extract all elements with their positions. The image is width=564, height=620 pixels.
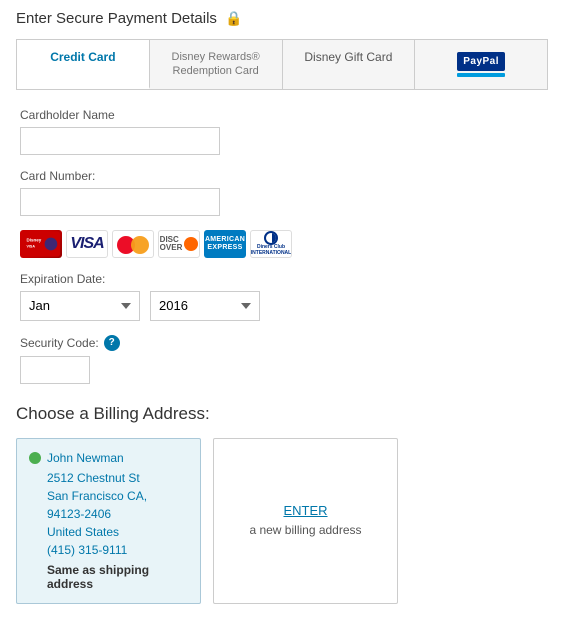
disney-card-icon: Disney VISA [20, 230, 62, 258]
cardholder-name-input[interactable] [20, 127, 220, 155]
billing-cards: John Newman 2512 Chestnut St San Francis… [16, 438, 548, 604]
address-city-state: San Francisco CA, [29, 487, 188, 505]
address-zip: 94123-2406 [29, 505, 188, 523]
payment-form: Cardholder Name Card Number: Disney VISA… [16, 108, 548, 384]
security-code-input[interactable] [20, 356, 90, 384]
page-title: Enter Secure Payment Details [16, 10, 217, 27]
new-address-text: a new billing address [249, 522, 361, 539]
svg-text:Disney: Disney [27, 237, 42, 242]
security-code-group: Security Code: ? [20, 335, 544, 384]
card-icons-row: Disney VISA VISA DISCOVER AMERICAN EXPRE… [20, 230, 544, 258]
expiration-row: JanFebMarApr MayJunJulAug SepOctNovDec 2… [20, 291, 544, 321]
security-code-label: Security Code: [20, 336, 99, 350]
tab-credit-card[interactable]: Credit Card [17, 40, 150, 89]
billing-section: Choose a Billing Address: John Newman 25… [16, 404, 548, 604]
existing-address-card[interactable]: John Newman 2512 Chestnut St San Francis… [16, 438, 201, 604]
lock-icon: 🔒 [225, 10, 242, 27]
mastercard-icon [112, 230, 154, 258]
month-select[interactable]: JanFebMarApr MayJunJulAug SepOctNovDec [20, 291, 140, 321]
expiration-group: Expiration Date: JanFebMarApr MayJunJulA… [20, 272, 544, 321]
paypal-logo-wrapper: PayPal [457, 52, 505, 77]
page-header: Enter Secure Payment Details 🔒 [16, 10, 548, 27]
paypal-logo: PayPal [457, 52, 505, 71]
discover-card-icon: DISCOVER [158, 230, 200, 258]
address-phone: (415) 315-9111 [29, 541, 188, 559]
address-name: John Newman [47, 451, 124, 465]
tab-disney-rewards[interactable]: Disney Rewards®Redemption Card [150, 40, 283, 89]
diners-card-icon: Diners ClubINTERNATIONAL [250, 230, 292, 258]
cardholder-name-group: Cardholder Name [20, 108, 544, 155]
expiration-label: Expiration Date: [20, 272, 544, 286]
paypal-stripe [457, 73, 505, 77]
address-country: United States [29, 523, 188, 541]
security-help-icon[interactable]: ? [104, 335, 120, 351]
new-address-card[interactable]: ENTER a new billing address [213, 438, 398, 604]
same-as-shipping: Same as shipping address [29, 563, 188, 591]
address-street: 2512 Chestnut St [29, 469, 188, 487]
radio-selected-dot [29, 452, 41, 464]
card-number-input[interactable] [20, 188, 220, 216]
tab-disney-gift[interactable]: Disney Gift Card [283, 40, 416, 89]
visa-card-icon: VISA [66, 230, 108, 258]
amex-card-icon: AMERICAN EXPRESS [204, 230, 246, 258]
svg-text:VISA: VISA [27, 244, 36, 248]
radio-row: John Newman [29, 451, 188, 465]
card-number-label: Card Number: [20, 169, 544, 183]
card-number-group: Card Number: [20, 169, 544, 216]
tab-paypal[interactable]: PayPal [415, 40, 547, 89]
billing-title: Choose a Billing Address: [16, 404, 548, 424]
year-select[interactable]: 2016201720182019 2020202120222023 [150, 291, 260, 321]
security-label-row: Security Code: ? [20, 335, 544, 351]
payment-tabs: Credit Card Disney Rewards®Redemption Ca… [16, 39, 548, 90]
cardholder-name-label: Cardholder Name [20, 108, 544, 122]
enter-new-address-link[interactable]: ENTER [283, 503, 327, 518]
